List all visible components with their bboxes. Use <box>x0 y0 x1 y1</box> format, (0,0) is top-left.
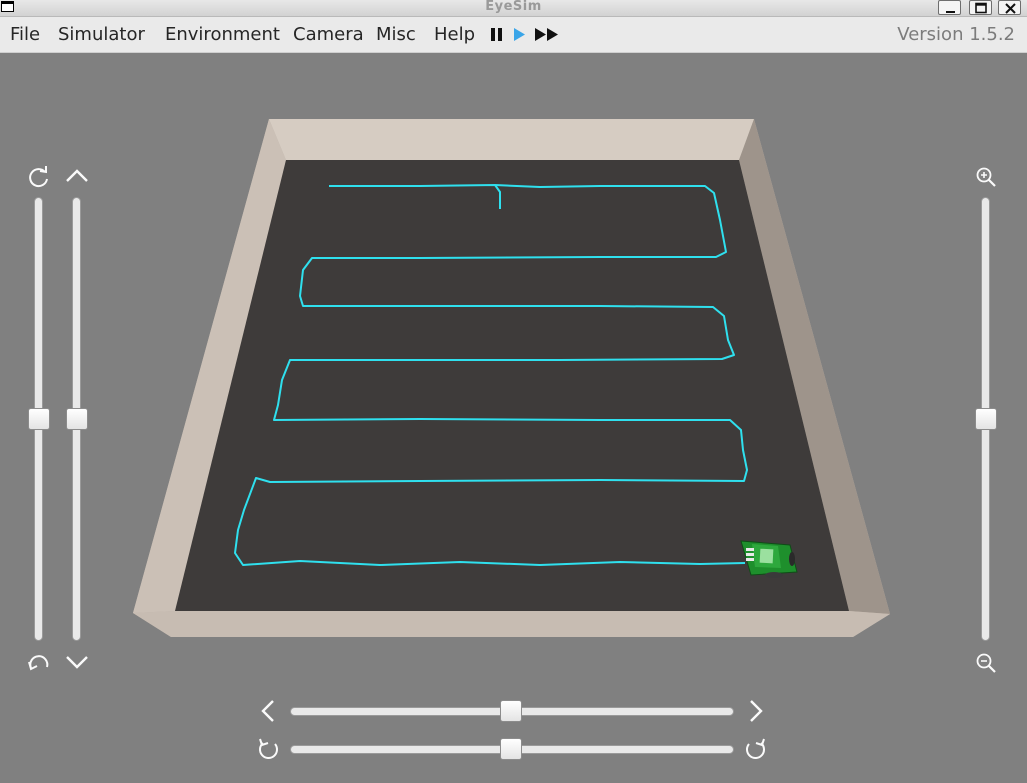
zoom-out-icon[interactable] <box>974 651 998 675</box>
camera-rotate-horizontal-slider-handle[interactable] <box>500 738 522 760</box>
rotate-icon[interactable] <box>26 164 52 190</box>
camera-zoom-slider-handle[interactable] <box>975 408 997 430</box>
chevron-down-icon[interactable] <box>64 652 90 674</box>
simulation-viewport[interactable] <box>0 0 1027 783</box>
zoom-in-icon[interactable] <box>974 165 998 189</box>
rotate-icon[interactable] <box>26 650 52 676</box>
chevron-right-icon[interactable] <box>745 699 767 723</box>
camera-tilt-vertical-slider-handle[interactable] <box>66 408 88 430</box>
camera-pan-horizontal-slider-handle[interactable] <box>500 700 522 722</box>
chevron-left-icon[interactable] <box>258 699 280 723</box>
arena-wall-near <box>133 611 890 637</box>
camera-rotate-vertical-slider-handle[interactable] <box>28 408 50 430</box>
rotate-cw-icon[interactable] <box>742 737 768 763</box>
chevron-up-icon[interactable] <box>64 166 90 188</box>
arena-wall-far <box>269 119 754 160</box>
rotate-ccw-icon[interactable] <box>256 737 282 763</box>
